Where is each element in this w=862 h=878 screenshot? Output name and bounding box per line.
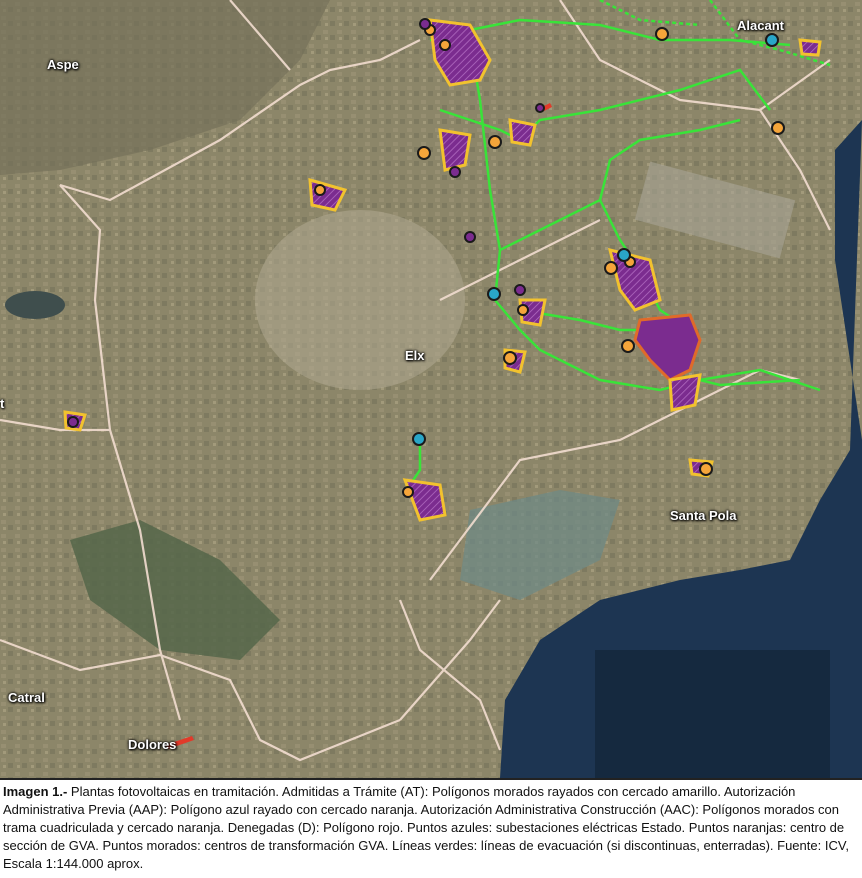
reservoir (5, 291, 65, 319)
satellite-map: Aspe Alacant Elx Santa Pola Catral Dolor… (0, 0, 862, 778)
place-label-left-edge: t (0, 396, 5, 411)
figure-caption: Imagen 1.- Plantas fotovoltaicas en tram… (0, 778, 862, 878)
caption-title: Imagen 1.- (3, 784, 68, 799)
place-label-alacant: Alacant (737, 18, 784, 33)
place-label-santa-pola: Santa Pola (670, 508, 737, 523)
map-graphic (0, 0, 862, 778)
place-label-elx: Elx (405, 348, 425, 363)
place-label-catral: Catral (8, 690, 45, 705)
sea-dark-area (595, 650, 830, 778)
urban-elx (255, 210, 465, 390)
caption-text: Plantas fotovoltaicas en tramitación. Ad… (3, 784, 849, 871)
place-label-aspe: Aspe (47, 57, 79, 72)
place-label-dolores: Dolores (128, 737, 177, 752)
